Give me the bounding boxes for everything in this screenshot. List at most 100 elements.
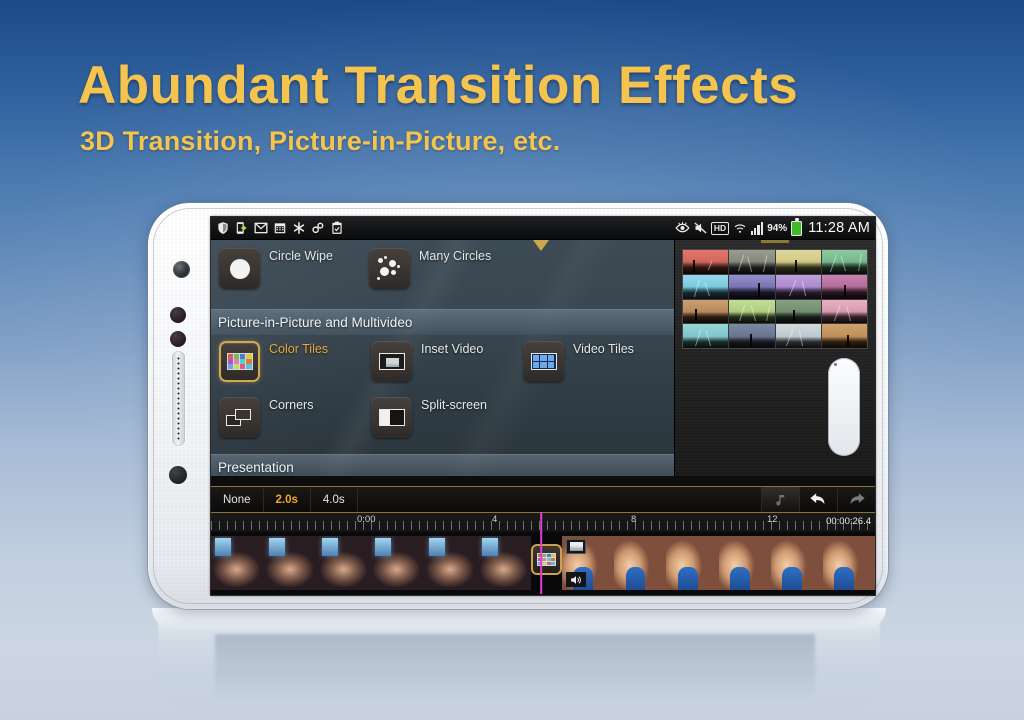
clip-frame <box>264 536 318 590</box>
clip-frame <box>718 536 771 590</box>
effect-item-split-screen[interactable]: Split-screen <box>371 397 523 438</box>
effect-item-corners[interactable]: Corners <box>219 397 371 438</box>
undo-icon[interactable] <box>799 487 837 512</box>
battery-icon <box>791 218 803 236</box>
clip-frame <box>614 536 667 590</box>
calendar-icon <box>273 221 287 235</box>
circle-wipe-icon <box>219 248 260 289</box>
effect-item-circle-wipe[interactable]: Circle Wipe <box>219 248 369 289</box>
link-icon <box>311 221 325 235</box>
earpiece-speaker <box>172 351 185 446</box>
smartphone-device: HD 94% 11:28 AM Circle Wipe Many Circles… <box>148 203 888 609</box>
ruler-label-0: 0:00 <box>357 514 376 525</box>
preview-tile <box>683 274 729 299</box>
asterisk-icon <box>292 221 306 235</box>
app-body: Circle Wipe Many Circles Picture-in-Pict… <box>211 240 875 595</box>
eye-icon <box>675 221 690 235</box>
split-screen-icon <box>371 397 412 438</box>
transition-duration-toolbar[interactable]: None 2.0s 4.0s <box>211 486 875 512</box>
clip-frame <box>666 536 719 590</box>
preview-tile <box>821 299 867 324</box>
pip-icon[interactable] <box>566 539 586 554</box>
phone-screen: HD 94% 11:28 AM Circle Wipe Many Circles… <box>211 217 875 595</box>
speaker-icon[interactable] <box>566 572 586 587</box>
page-subtitle: 3D Transition, Picture-in-Picture, etc. <box>80 125 561 156</box>
music-note-icon[interactable] <box>761 487 799 512</box>
inset-video-icon <box>371 341 412 382</box>
light-sensor-icon <box>170 331 186 347</box>
corners-icon <box>219 397 260 438</box>
transition-effects-list[interactable]: Circle Wipe Many Circles Picture-in-Pict… <box>211 240 674 476</box>
duration-option-none[interactable]: None <box>211 487 264 512</box>
effect-label-circle-wipe: Circle Wipe <box>269 249 333 263</box>
preview-tile <box>775 274 821 299</box>
section-header-pip-label: Picture-in-Picture and Multivideo <box>218 314 413 330</box>
effect-label-corners: Corners <box>269 398 314 412</box>
clip-frame <box>211 536 265 590</box>
timeline-ruler[interactable]: 0:00 4 8 12 00:00:26.4 <box>211 512 875 532</box>
clip-frame <box>317 536 371 590</box>
preview-tile <box>821 324 867 348</box>
effect-label-color-tiles: Color Tiles <box>269 342 329 356</box>
transition-marker-color-tiles[interactable] <box>531 544 562 575</box>
effect-item-inset-video[interactable]: Inset Video <box>371 341 523 382</box>
proximity-sensor-icon <box>170 307 186 323</box>
timeline-clip-a[interactable] <box>211 536 531 590</box>
section-header-presentation: Presentation <box>211 454 674 476</box>
preview-tile <box>821 274 867 299</box>
page-title: Abundant Transition Effects <box>78 56 799 115</box>
preview-tile <box>775 250 821 274</box>
section-header-pip: Picture-in-Picture and Multivideo <box>211 309 674 335</box>
playhead-line <box>540 512 542 594</box>
shield-icon <box>216 221 230 235</box>
effect-item-many-circles[interactable]: Many Circles <box>369 248 519 289</box>
playhead-handle[interactable] <box>533 240 549 251</box>
clip-frame <box>370 536 425 590</box>
preview-top-nub <box>761 240 789 243</box>
wifi-icon <box>733 221 747 235</box>
clip-frame <box>477 536 531 590</box>
clip-frame <box>822 536 875 590</box>
status-bar-right-icons: HD 94% 11:28 AM <box>675 218 870 236</box>
phone-transfer-icon <box>235 221 249 235</box>
redo-icon[interactable] <box>837 487 875 512</box>
total-duration-label: 00:00:26.4 <box>826 516 871 527</box>
mute-icon <box>693 221 707 235</box>
effect-item-color-tiles[interactable]: Color Tiles <box>219 341 371 382</box>
ruler-label-2: 8 <box>631 514 637 525</box>
duration-option-4s[interactable]: 4.0s <box>311 487 358 512</box>
preview-tile <box>729 324 775 348</box>
clip-frame <box>424 536 478 590</box>
timeline-track[interactable] <box>211 532 875 594</box>
preview-tile <box>683 250 729 274</box>
clipboard-check-icon <box>330 221 344 235</box>
mail-icon <box>254 221 268 235</box>
signal-icon <box>750 221 764 235</box>
color-tiles-preview-grid <box>682 249 868 349</box>
section-header-presentation-label: Presentation <box>218 459 294 475</box>
effect-item-video-tiles[interactable]: Video Tiles <box>523 341 674 382</box>
effect-label-many-circles: Many Circles <box>419 249 492 263</box>
preview-tile <box>729 250 775 274</box>
timeline-clip-b[interactable] <box>562 536 875 590</box>
many-circles-icon <box>369 248 410 289</box>
hd-icon: HD <box>711 221 729 235</box>
home-button[interactable] <box>828 358 860 456</box>
preview-tile <box>683 299 729 324</box>
status-bar-left-icons <box>216 221 344 235</box>
duration-option-2s[interactable]: 2.0s <box>264 487 311 512</box>
status-bar: HD 94% 11:28 AM <box>211 217 875 240</box>
color-tiles-icon <box>219 341 260 382</box>
effect-row-wipes: Circle Wipe Many Circles <box>219 248 519 289</box>
effect-label-split-screen: Split-screen <box>421 398 487 412</box>
video-tiles-icon <box>523 341 564 382</box>
effect-label-video-tiles: Video Tiles <box>573 342 634 356</box>
sensor-dot <box>169 466 187 484</box>
effect-row-pip-1: Color Tiles Inset Video Video Tiles <box>219 341 674 382</box>
preview-tile <box>821 250 867 274</box>
preview-tile <box>775 299 821 324</box>
effect-row-pip-2: Corners Split-screen <box>219 397 523 438</box>
phone-reflection-screen <box>215 634 815 698</box>
effect-label-inset-video: Inset Video <box>421 342 484 356</box>
status-bar-clock: 11:28 AM <box>808 220 870 236</box>
